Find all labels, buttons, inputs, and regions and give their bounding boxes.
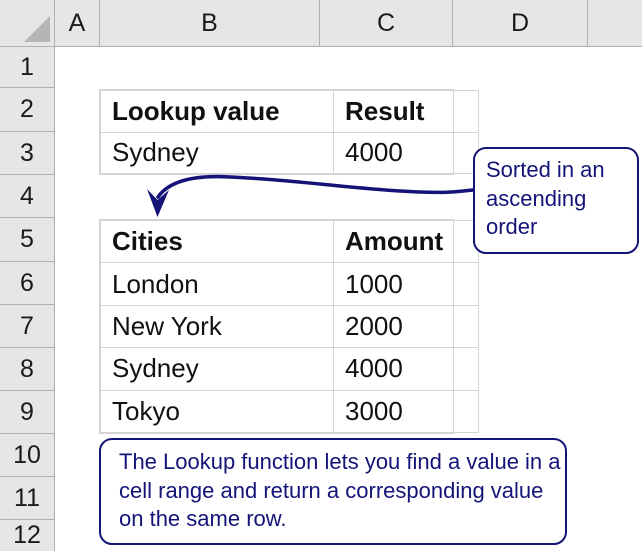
amount-header: Amount	[333, 219, 479, 264]
column-header-row: A B C D	[55, 0, 642, 47]
row-header-7[interactable]: 7	[0, 305, 54, 348]
row-header-2-label: 2	[20, 95, 34, 123]
column-header-c-label: C	[376, 8, 396, 37]
column-header-d[interactable]: D	[453, 0, 588, 46]
column-header-a[interactable]: A	[55, 0, 100, 46]
row-header-9[interactable]: 9	[0, 391, 54, 434]
row-header-4[interactable]: 4	[0, 175, 54, 218]
amount-cell[interactable]: 3000	[333, 389, 479, 434]
arrow-head-icon	[147, 189, 169, 217]
table-row[interactable]: Cities Amount	[100, 219, 479, 264]
callout-sorted-note: Sorted in an ascending order	[473, 147, 639, 254]
row-header-11[interactable]: 11	[0, 477, 54, 520]
column-header-a-label: A	[68, 8, 86, 37]
table-row[interactable]: London 1000	[100, 262, 479, 306]
column-header-d-label: D	[510, 8, 530, 37]
amount-cell[interactable]: 2000	[333, 304, 479, 349]
row-header-6[interactable]: 6	[0, 262, 54, 305]
table-row[interactable]: Sydney 4000	[100, 347, 479, 391]
select-all-button[interactable]	[0, 0, 55, 47]
row-header-2[interactable]: 2	[0, 88, 54, 132]
result-cell[interactable]: 4000	[333, 131, 479, 174]
table-row[interactable]: Lookup value Result	[100, 90, 479, 133]
row-header-5[interactable]: 5	[0, 218, 54, 262]
curved-arrow-line	[156, 174, 475, 199]
table-row[interactable]: New York 2000	[100, 304, 479, 349]
callout-description: The Lookup function lets you find a valu…	[99, 438, 567, 545]
row-header-4-label: 4	[20, 181, 34, 210]
callout-description-text: The Lookup function lets you find a valu…	[119, 449, 561, 532]
column-header-b[interactable]: B	[100, 0, 320, 46]
row-header-9-label: 9	[20, 397, 34, 426]
lookup-result-table: Lookup value Result Sydney 4000	[99, 89, 479, 175]
row-header-10-label: 10	[13, 440, 41, 469]
cities-header: Cities	[100, 219, 334, 264]
row-header-3-label: 3	[20, 138, 34, 167]
lookup-value-header: Lookup value	[100, 90, 334, 133]
result-header: Result	[333, 90, 479, 133]
column-header-e[interactable]	[588, 0, 642, 46]
column-header-c[interactable]: C	[320, 0, 453, 46]
city-cell[interactable]: Sydney	[100, 347, 334, 391]
callout-sorted-note-text: Sorted in an ascending order	[486, 157, 605, 240]
table-row[interactable]: Tokyo 3000	[100, 389, 479, 434]
spreadsheet-canvas: A B C D 1 2 3 4 5 6 7 8 9 10 11 12 Looku…	[0, 0, 642, 551]
row-header-10[interactable]: 10	[0, 434, 54, 477]
row-header-12[interactable]: 12	[0, 520, 54, 551]
row-header-column: 1 2 3 4 5 6 7 8 9 10 11 12	[0, 47, 55, 551]
row-header-8-label: 8	[20, 354, 34, 383]
row-header-1[interactable]: 1	[0, 47, 54, 88]
row-header-1-label: 1	[20, 52, 34, 81]
city-cell[interactable]: Tokyo	[100, 389, 334, 434]
row-header-7-label: 7	[20, 311, 34, 340]
lookup-value-cell[interactable]: Sydney	[100, 131, 334, 174]
amount-cell[interactable]: 1000	[333, 262, 479, 306]
row-header-5-label: 5	[20, 225, 34, 253]
row-header-11-label: 11	[14, 483, 40, 512]
amount-cell[interactable]: 4000	[333, 347, 479, 391]
row-header-8[interactable]: 8	[0, 348, 54, 391]
city-cell[interactable]: New York	[100, 304, 334, 349]
row-header-3[interactable]: 3	[0, 132, 54, 175]
cities-amount-table: Cities Amount London 1000 New York 2000 …	[99, 219, 479, 434]
city-cell[interactable]: London	[100, 262, 334, 306]
column-header-b-label: B	[201, 8, 218, 37]
row-header-12-label: 12	[13, 521, 41, 549]
row-header-6-label: 6	[20, 268, 34, 297]
select-all-triangle-icon	[24, 16, 50, 42]
table-row[interactable]: Sydney 4000	[100, 131, 479, 174]
